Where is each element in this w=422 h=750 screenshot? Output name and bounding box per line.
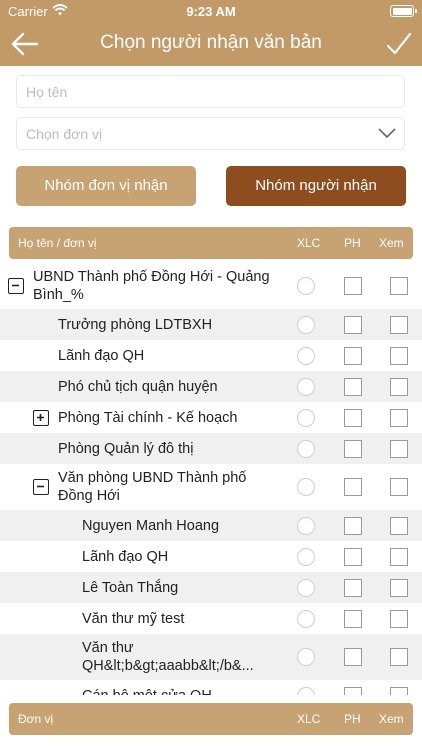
status-bar: Carrier 9:23 AM <box>0 0 422 24</box>
ph-checkbox[interactable] <box>344 648 362 666</box>
ph-checkbox[interactable] <box>344 578 362 597</box>
row-label: Lãnh đạo QH <box>58 347 145 364</box>
column-xlc-header: XLC <box>297 236 321 250</box>
ph-checkbox[interactable] <box>344 346 362 365</box>
row-label: Cán bộ một cửa QH <box>82 687 285 696</box>
battery-icon <box>390 5 417 17</box>
collapse-minus-icon[interactable] <box>33 479 49 495</box>
xlc-radio[interactable] <box>297 578 315 597</box>
row-label: Văn thư QH&lt;b&gt;aaabb&lt;/b&... <box>82 640 254 674</box>
row-label: Trưởng phòng LDTBXH <box>58 316 213 333</box>
row-label: Phòng Quản lý đô thị <box>58 440 194 457</box>
xlc-radio[interactable] <box>297 377 315 396</box>
clock: 9:23 AM <box>186 4 236 19</box>
confirm-button[interactable] <box>386 30 412 58</box>
xlc-radio[interactable] <box>297 648 315 666</box>
ph-checkbox[interactable] <box>344 439 362 458</box>
tab-people-button[interactable]: Nhóm người nhận <box>226 166 406 206</box>
xem-checkbox[interactable] <box>390 439 408 458</box>
xem-checkbox[interactable] <box>390 377 408 396</box>
xlc-radio[interactable] <box>297 346 315 365</box>
back-button[interactable] <box>10 30 40 58</box>
table-row[interactable]: Lãnh đạo QH <box>0 340 422 371</box>
xem-checkbox[interactable] <box>390 578 408 597</box>
xlc-radio[interactable] <box>297 686 315 695</box>
table-row[interactable]: Văn thư mỹ test <box>0 603 422 634</box>
table-footer: Đơn vị XLC PH Xem <box>9 703 413 735</box>
ph-checkbox[interactable] <box>344 315 362 334</box>
table-row[interactable]: Cán bộ một cửa QH <box>0 680 422 695</box>
ph-checkbox[interactable] <box>344 686 362 695</box>
ph-checkbox[interactable] <box>344 516 362 535</box>
chevron-down-icon <box>378 128 396 139</box>
page-title: Chọn người nhận văn bản <box>100 32 322 53</box>
xem-checkbox[interactable] <box>390 516 408 535</box>
footer-xem-label: Xem <box>379 712 404 726</box>
ph-checkbox[interactable] <box>344 408 362 427</box>
unit-select[interactable]: Chọn đơn vị <box>16 117 405 150</box>
xlc-radio[interactable] <box>297 547 315 566</box>
screen: Carrier 9:23 AM Chọn người nhận văn bản … <box>0 0 422 750</box>
xem-checkbox[interactable] <box>390 315 408 334</box>
column-ph-header: PH <box>344 236 361 250</box>
row-label: Văn thư mỹ test <box>82 610 185 627</box>
xlc-radio[interactable] <box>297 277 315 295</box>
table-row[interactable]: Lê Toàn Thắng <box>0 572 422 603</box>
ph-checkbox[interactable] <box>344 478 362 496</box>
header-bar: Carrier 9:23 AM Chọn người nhận văn bản <box>0 0 422 66</box>
table-row[interactable]: Văn thư QH&lt;b&gt;aaabb&lt;/b&... <box>0 634 422 680</box>
unit-select-placeholder: Chọn đơn vị <box>26 126 103 142</box>
xem-checkbox[interactable] <box>390 277 408 295</box>
footer-unit-label: Đơn vị <box>18 712 54 726</box>
table-row[interactable]: Phòng Quản lý đô thị <box>0 433 422 464</box>
xlc-radio[interactable] <box>297 609 315 628</box>
expand-plus-icon[interactable] <box>33 409 49 426</box>
table-row[interactable]: Văn phòng UBND Thành phố Đồng Hới <box>0 464 422 510</box>
row-label: Lãnh đạo QH <box>82 548 169 565</box>
row-label: Lê Toàn Thắng <box>82 579 179 596</box>
xlc-radio[interactable] <box>297 478 315 496</box>
table-row[interactable]: UBND Thành phố Đồng Hới - Quảng Bình_% <box>0 263 422 309</box>
xlc-radio[interactable] <box>297 516 315 535</box>
nav-bar: Chọn người nhận văn bản <box>0 24 422 64</box>
table-row[interactable]: Nguyen Manh Hoang <box>0 510 422 541</box>
row-label: Nguyen Manh Hoang <box>82 517 220 534</box>
table-row[interactable]: Phó chủ tịch quận huyện <box>0 371 422 402</box>
xem-checkbox[interactable] <box>390 648 408 666</box>
recipient-list[interactable]: UBND Thành phố Đồng Hới - Quảng Bình_% Tr… <box>0 263 422 695</box>
xlc-radio[interactable] <box>297 315 315 334</box>
xem-checkbox[interactable] <box>390 686 408 695</box>
xem-checkbox[interactable] <box>390 346 408 365</box>
ph-checkbox[interactable] <box>344 547 362 566</box>
row-label: Phòng Tài chính - Kế hoạch <box>58 409 238 426</box>
ph-checkbox[interactable] <box>344 609 362 628</box>
row-label: UBND Thành phố Đồng Hới - Quảng Bình_% <box>33 269 270 303</box>
column-xem-header: Xem <box>379 236 404 250</box>
tab-units-button[interactable]: Nhóm đơn vị nhận <box>16 166 196 206</box>
xem-checkbox[interactable] <box>390 408 408 427</box>
table-header: Họ tên / đơn vị XLC PH Xem <box>9 227 413 259</box>
footer-xlc-label: XLC <box>297 712 321 726</box>
xlc-radio[interactable] <box>297 439 315 458</box>
column-name-header: Họ tên / đơn vị <box>18 236 97 250</box>
xem-checkbox[interactable] <box>390 609 408 628</box>
xem-checkbox[interactable] <box>390 547 408 566</box>
ph-checkbox[interactable] <box>344 377 362 396</box>
row-label: Văn phòng UBND Thành phố Đồng Hới <box>58 470 247 504</box>
table-row[interactable]: Trưởng phòng LDTBXH <box>0 309 422 340</box>
collapse-minus-icon[interactable] <box>8 278 24 294</box>
table-row[interactable]: Phòng Tài chính - Kế hoạch <box>0 402 422 433</box>
table-row[interactable]: Lãnh đạo QH <box>0 541 422 572</box>
name-search-field[interactable] <box>16 75 405 108</box>
name-search-input[interactable] <box>17 76 404 107</box>
footer-ph-label: PH <box>344 712 361 726</box>
xem-checkbox[interactable] <box>390 478 408 496</box>
row-label: Phó chủ tịch quận huyện <box>58 378 218 395</box>
ph-checkbox[interactable] <box>344 277 362 295</box>
xlc-radio[interactable] <box>297 408 315 427</box>
